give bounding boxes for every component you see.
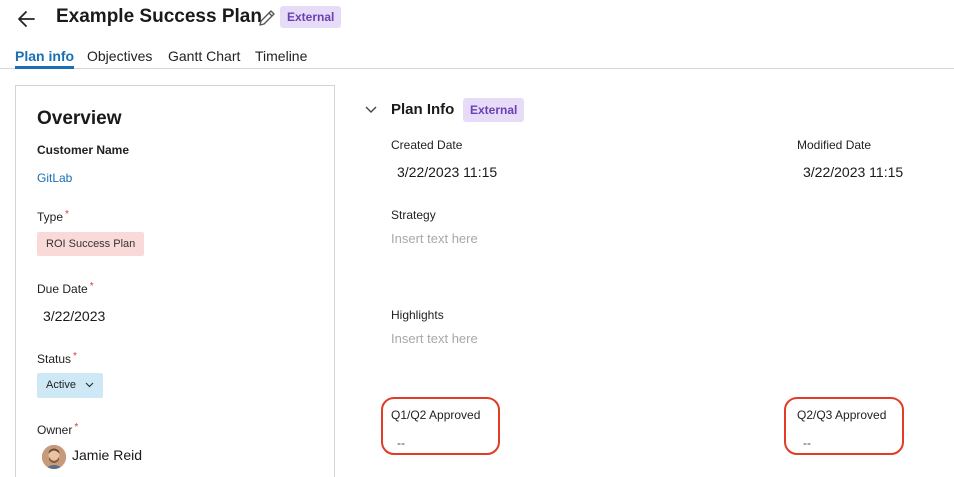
type-label-text: Type: [37, 210, 64, 224]
created-date-value: 3/22/2023 11:15: [397, 164, 498, 180]
owner-name[interactable]: Jamie Reid: [72, 447, 142, 463]
overview-title: Overview: [37, 108, 122, 129]
customer-name-label: Customer Name: [37, 143, 130, 157]
created-date-label: Created Date: [391, 138, 463, 152]
owner-label: Owner *: [37, 422, 79, 437]
required-marker: *: [65, 209, 69, 220]
status-dropdown[interactable]: Active: [37, 373, 104, 398]
highlights-input[interactable]: Insert text here: [391, 331, 478, 346]
plan-info-title: Plan Info: [391, 101, 455, 118]
customer-name-link[interactable]: GitLab: [37, 171, 72, 185]
edit-title-button[interactable]: [256, 7, 278, 29]
chevron-down-icon: [85, 382, 94, 388]
q2q3-approved-value[interactable]: --: [803, 436, 811, 450]
status-label-text: Status: [37, 352, 72, 366]
back-button[interactable]: [14, 6, 40, 32]
tab-gantt-chart[interactable]: Gantt Chart: [168, 48, 240, 64]
status-value: Active: [46, 379, 76, 391]
type-label: Type *: [37, 209, 69, 224]
modified-date-value: 3/22/2023 11:15: [803, 164, 904, 180]
q1q2-approved-label: Q1/Q2 Approved: [391, 408, 481, 422]
type-chip[interactable]: ROI Success Plan: [37, 232, 145, 256]
highlights-label: Highlights: [391, 308, 444, 322]
tab-plan-info[interactable]: Plan info: [15, 48, 74, 64]
q2q3-highlight-outline: [784, 397, 904, 455]
strategy-input[interactable]: Insert text here: [391, 231, 478, 246]
tab-objectives[interactable]: Objectives: [87, 48, 152, 64]
modified-date-label: Modified Date: [797, 138, 872, 152]
active-tab-indicator: [15, 66, 74, 69]
due-date-label-text: Due Date: [37, 282, 88, 296]
due-date-value[interactable]: 3/22/2023: [43, 308, 105, 324]
q1q2-approved-value[interactable]: --: [397, 436, 405, 450]
status-label: Status *: [37, 351, 77, 366]
page-title: Example Success Plan: [56, 6, 262, 27]
required-marker: *: [74, 422, 79, 433]
chevron-down-icon: [365, 106, 377, 113]
owner-avatar: [42, 445, 66, 469]
required-marker: *: [73, 351, 77, 362]
external-badge: External: [280, 6, 342, 28]
arrow-left-icon: [18, 11, 35, 27]
plan-info-external-badge: External: [463, 98, 525, 122]
due-date-label: Due Date *: [37, 281, 94, 296]
tab-bar: Plan info Objectives Gantt Chart Timelin…: [0, 44, 954, 69]
tab-timeline[interactable]: Timeline: [255, 48, 307, 64]
plan-info-collapse-toggle[interactable]: [362, 101, 380, 119]
overview-card: Overview Customer Name GitLab Type * ROI …: [15, 85, 335, 477]
pencil-icon: [259, 10, 275, 26]
owner-label-text: Owner: [37, 423, 73, 437]
strategy-label: Strategy: [391, 208, 436, 222]
page-header: Example Success Plan External: [0, 0, 954, 40]
q2q3-approved-label: Q2/Q3 Approved: [797, 408, 887, 422]
required-marker: *: [89, 281, 94, 292]
